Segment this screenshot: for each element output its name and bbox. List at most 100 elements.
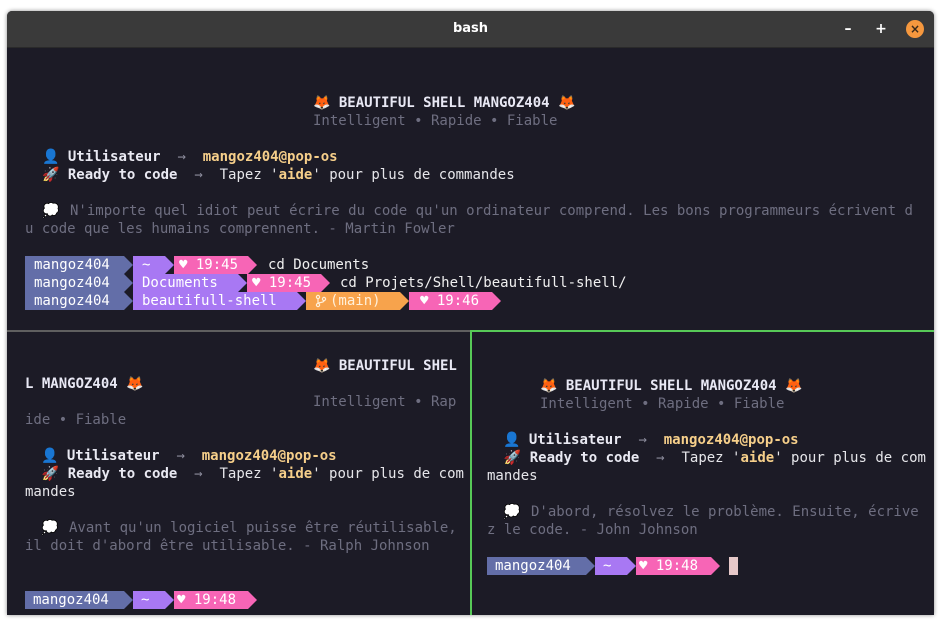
user-info-line: 👤 Utilisateur → mangoz404@pop-os (41, 447, 337, 465)
banner-subtitle: Intelligent • Rapide • Fiable (540, 396, 785, 412)
prompt-command: cd Documents (268, 257, 370, 273)
terminal-cursor[interactable] (729, 557, 738, 575)
segment-separator-icon (248, 256, 257, 274)
arrow-icon: → (656, 450, 665, 466)
prompt-time: ♥ 19:45 (252, 275, 312, 291)
banner-title: 🦊 BEAUTIFUL SHELL MANGOZ404 🦊 (25, 358, 457, 392)
prompt-dir: ~ (141, 592, 150, 608)
arrow-icon: → (177, 149, 186, 165)
prompt-user: mangoz404 (34, 257, 110, 273)
user-label: Utilisateur (67, 149, 161, 165)
ready-label: Ready to code (529, 450, 640, 466)
user-value: mangoz404@pop-os (663, 432, 799, 448)
ready-text: Tapez ' (219, 466, 279, 482)
prompt-user: mangoz404 (34, 275, 110, 291)
aide-command: aide (278, 167, 313, 183)
terminal-pane-bottom-right[interactable]: 🦊 BEAUTIFUL SHELL MANGOZ404 🦊 Intelligen… (470, 330, 934, 615)
ready-label: Ready to code (67, 167, 178, 183)
prompt-dir-segment: beautifull-shell (133, 292, 297, 310)
banner-subtitle: Intelligent • Rapide • Fiable (313, 113, 558, 129)
prompt-time-segment: ♥ 19:46 (409, 292, 492, 310)
minimize-button[interactable]: – (839, 20, 857, 38)
title-bar[interactable]: bash – + × (7, 11, 934, 48)
prompt-user-segment: mangoz404 (25, 591, 124, 609)
segment-separator-icon (492, 292, 501, 310)
prompt-dir-segment: ~ (595, 557, 627, 575)
prompt-git-branch: (main) (330, 293, 381, 309)
prompt-user: mangoz404 (495, 558, 571, 574)
prompt-dir-segment: ~ (133, 591, 165, 609)
user-icon: 👤 (42, 149, 60, 165)
prompt-time: ♥ 19:46 (420, 293, 480, 309)
prompt-user: mangoz404 (34, 293, 110, 309)
prompt-time: ♥ 19:48 (177, 592, 237, 608)
banner-title: 🦊 BEAUTIFUL SHELL MANGOZ404 🦊 (540, 378, 803, 394)
segment-separator-icon (165, 256, 174, 274)
prompt-user-segment: mangoz404 (487, 557, 586, 575)
branch-icon (315, 294, 327, 308)
user-label: Utilisateur (66, 448, 160, 464)
user-icon: 👤 (503, 432, 521, 448)
quote-text: D'abord, résolvez le problème. Ensuite, … (487, 504, 919, 538)
prompt-dir-segment: Documents (133, 274, 238, 292)
prompt-time: ♥ 19:45 (179, 257, 239, 273)
rocket-icon: 🚀 (41, 466, 60, 482)
prompt-time-segment: ♥ 19:45 (174, 256, 248, 274)
arrow-icon: → (638, 432, 647, 448)
quote-text: Avant qu'un logiciel puisse être réutili… (25, 520, 457, 554)
segment-separator-icon (321, 274, 330, 292)
user-value: mangoz404@pop-os (202, 149, 338, 165)
segment-separator-icon (711, 557, 720, 575)
prompt-time-segment: ♥ 19:48 (636, 557, 711, 575)
prompt-time-segment: ♥ 19:45 (247, 274, 321, 292)
prompt-git-segment: (main) (306, 292, 400, 310)
prompt-user: mangoz404 (33, 592, 109, 608)
ready-line: 🚀 Ready to code → Tapez 'aide' pour plus… (25, 465, 465, 501)
segment-separator-icon (238, 274, 247, 292)
terminal-window: bash – + × 🦊 BEAUTIFUL SHELL MANGOZ404 🦊… (7, 11, 934, 615)
prompt-time: ♥ 19:48 (639, 558, 699, 574)
terminal-pane-top[interactable]: 🦊 BEAUTIFUL SHELL MANGOZ404 🦊 Intelligen… (7, 48, 934, 332)
prompt-dir: ~ (142, 257, 151, 273)
banner-subtitle: Intelligent • Rapide • Fiable (25, 394, 457, 428)
prompt-user-segment: mangoz404 (25, 292, 124, 310)
arrow-icon: → (176, 448, 185, 464)
prompt-dir: beautifull-shell (142, 293, 277, 309)
segment-separator-icon (248, 591, 257, 609)
ready-label: Ready to code (67, 466, 178, 482)
terminal-pane-bottom-left[interactable]: 🦊 BEAUTIFUL SHELL MANGOZ404 🦊 Intelligen… (7, 332, 469, 615)
ready-text-end: ' pour plus de commandes (312, 167, 515, 183)
rocket-icon: 🚀 (503, 450, 522, 466)
prompt-time-segment: ♥ 19:48 (174, 591, 248, 609)
ready-text: Tapez ' (219, 167, 279, 183)
prompt-dir: Documents (142, 275, 218, 291)
close-button[interactable]: × (906, 20, 924, 38)
quote-text: N'importe quel idiot peut écrire du code… (25, 203, 913, 237)
user-icon: 👤 (41, 448, 59, 464)
ready-text: Tapez ' (681, 450, 741, 466)
segment-separator-icon (627, 557, 636, 575)
prompt-command: cd Projets/Shell/beautifull-shell/ (340, 275, 627, 291)
aide-command: aide (278, 466, 313, 482)
ready-line: 🚀 Ready to code → Tapez 'aide' pour plus… (42, 166, 515, 184)
rocket-icon: 🚀 (42, 167, 60, 183)
prompt-dir-segment: ~ (133, 256, 165, 274)
prompt-dir: ~ (603, 558, 612, 574)
maximize-button[interactable]: + (872, 20, 890, 38)
window-title: bash (452, 21, 489, 36)
segment-separator-icon (124, 591, 133, 609)
segment-separator-icon (400, 292, 409, 310)
banner-title: 🦊 BEAUTIFUL SHELL MANGOZ404 🦊 (313, 95, 576, 111)
ready-line: 🚀 Ready to code → Tapez 'aide' pour plus… (487, 449, 927, 485)
segment-separator-icon (297, 292, 306, 310)
aide-command: aide (740, 450, 775, 466)
user-info-line: 👤 Utilisateur → mangoz404@pop-os (503, 431, 799, 449)
segment-separator-icon (165, 591, 174, 609)
segment-separator-icon (124, 256, 133, 274)
prompt-user-segment: mangoz404 (25, 274, 124, 292)
segment-separator-icon (586, 557, 595, 575)
user-info-line: 👤 Utilisateur → mangoz404@pop-os (42, 148, 338, 166)
segment-separator-icon (124, 274, 133, 292)
user-label: Utilisateur (528, 432, 622, 448)
arrow-icon: → (194, 167, 203, 183)
